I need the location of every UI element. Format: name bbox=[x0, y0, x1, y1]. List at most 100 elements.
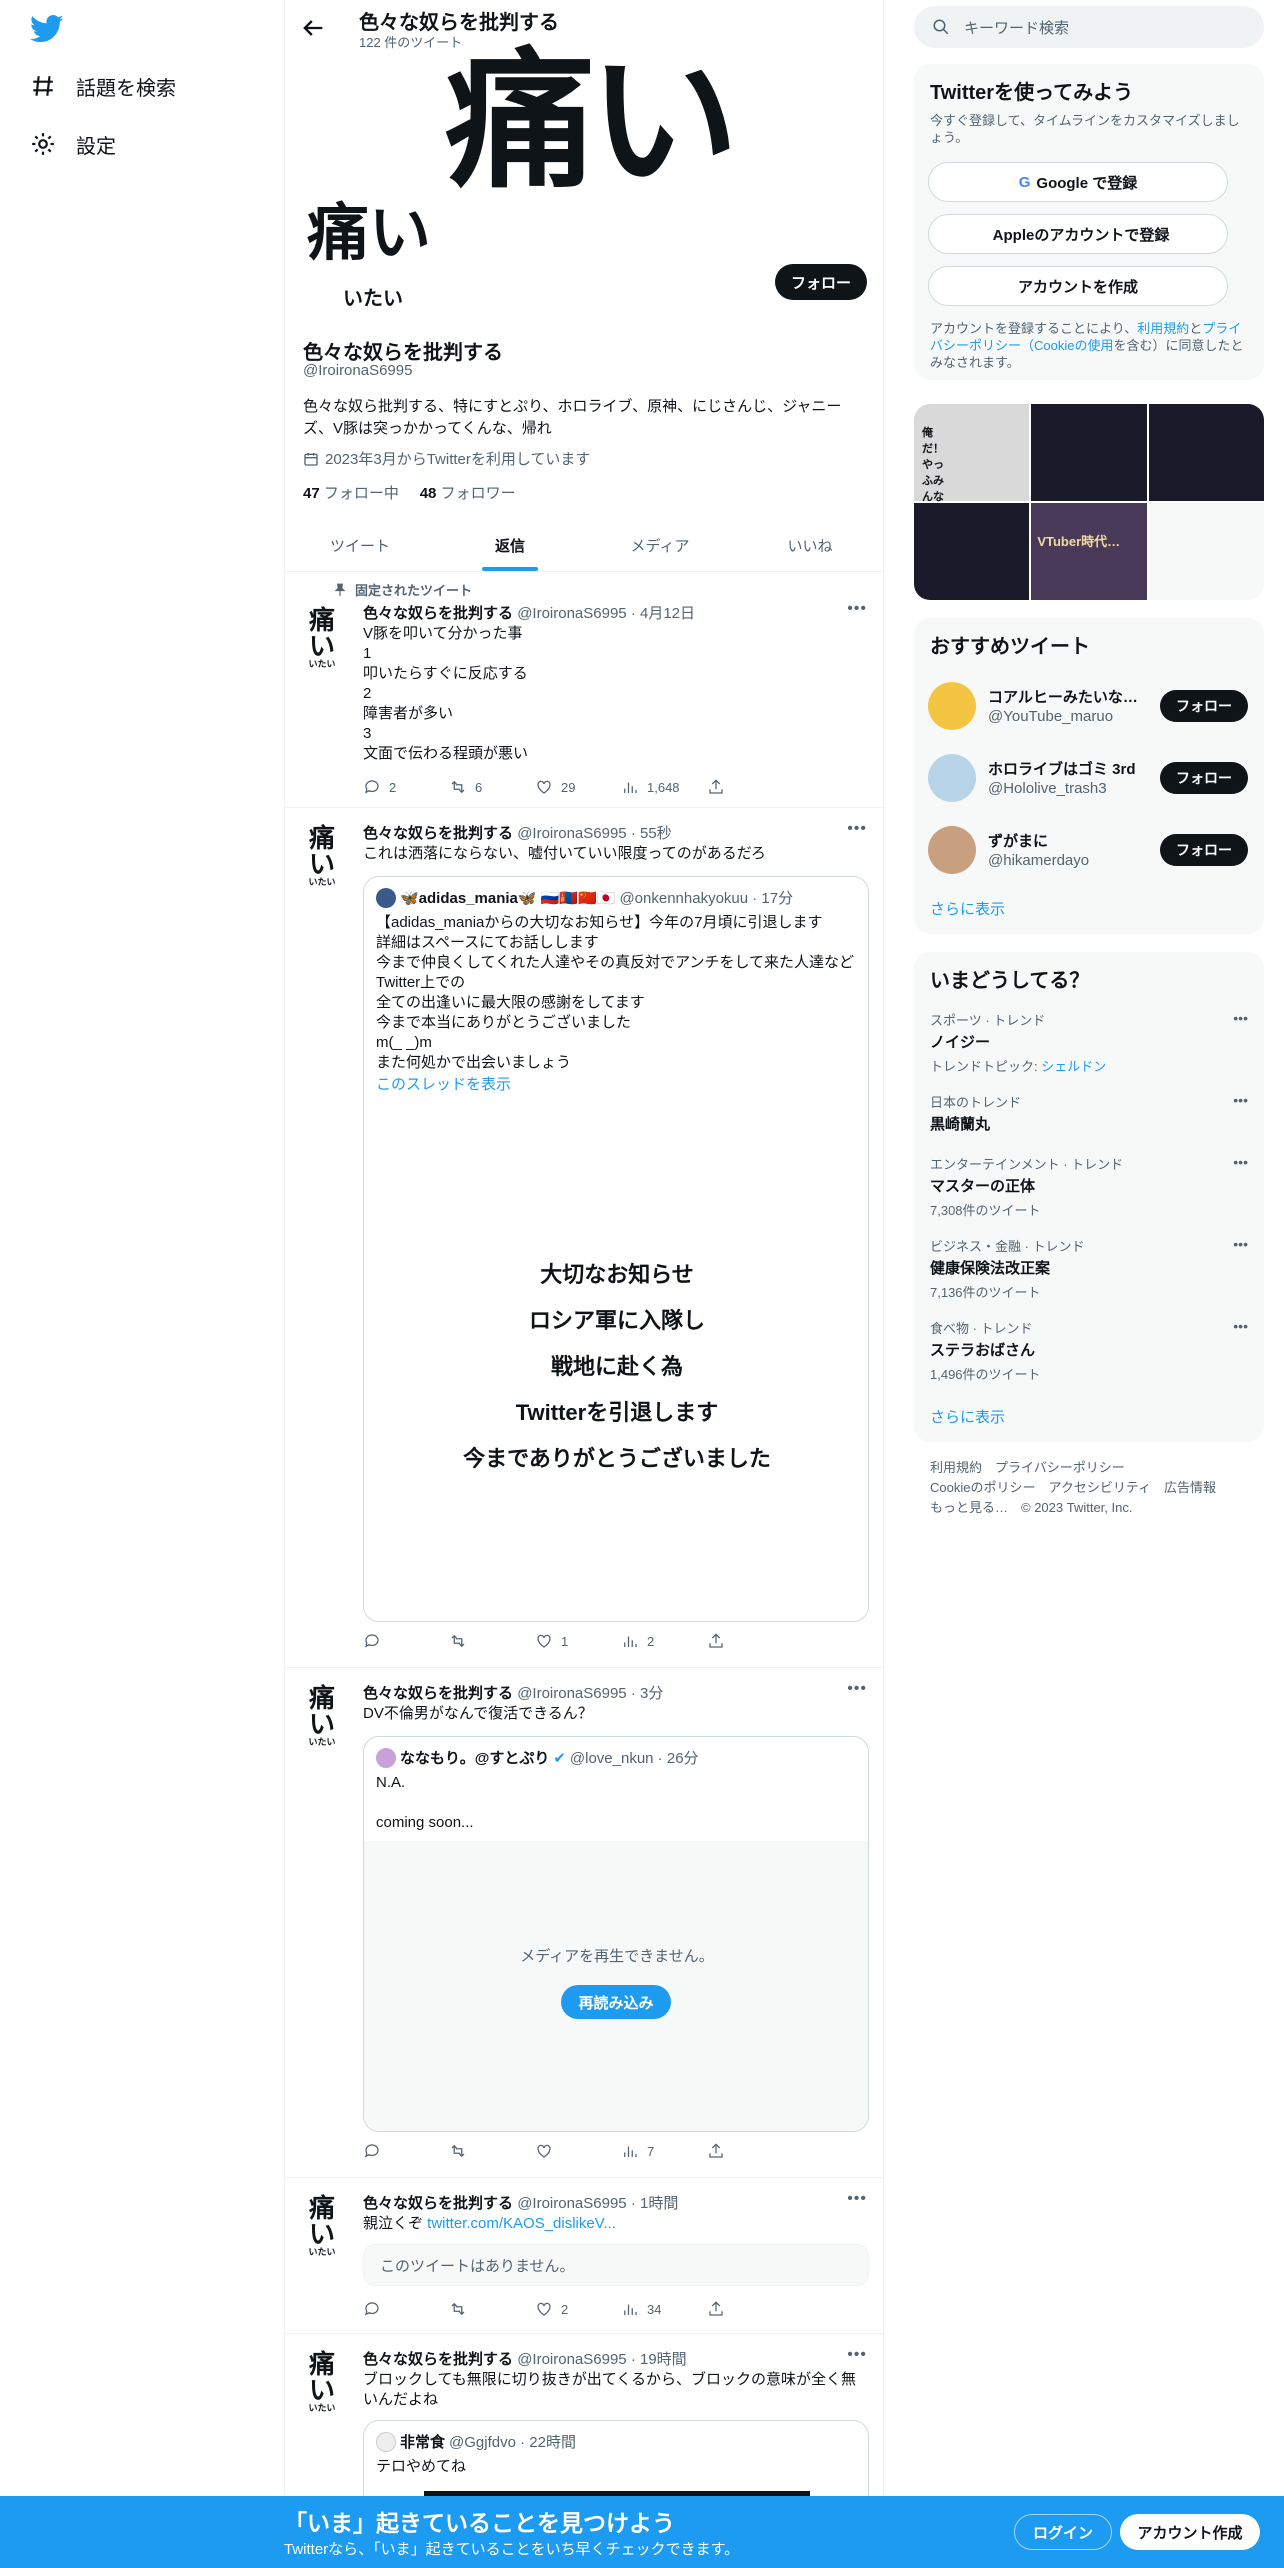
quoted-tweet[interactable]: ななもり。@すとぷり ✔ @love_nkun · 26分 N.A. comin… bbox=[363, 1736, 869, 2132]
tweet[interactable]: 固定されたツイート 痛い いたい 色々な奴らを批判する @IroironaS699… bbox=[285, 572, 885, 808]
more-icon[interactable]: ••• bbox=[847, 600, 867, 618]
reply-button[interactable] bbox=[363, 2300, 449, 2318]
quoted-tweet[interactable]: 🦋adidas_mania🦋 🇷🇺🇲🇳🇨🇳🇯🇵 @onkennhakyokuu … bbox=[363, 876, 869, 1622]
like-button[interactable] bbox=[535, 2142, 621, 2160]
media-thumb[interactable] bbox=[1148, 503, 1264, 600]
retweet-button[interactable]: 6 bbox=[449, 778, 535, 796]
avatar[interactable] bbox=[928, 754, 976, 802]
media-thumb[interactable] bbox=[914, 503, 1030, 600]
nav-settings[interactable]: 設定 bbox=[30, 124, 116, 164]
avatar[interactable]: 痛い いたい bbox=[299, 2352, 345, 2414]
footer-line[interactable]: 利用規約 プライバシーポリシー bbox=[930, 1458, 1250, 1478]
google-signup-button[interactable]: G Google で登録 bbox=[928, 162, 1228, 202]
tweet[interactable]: 痛い いたい 色々な奴らを批判する @IroironaS6995 · 3分 •••… bbox=[285, 1668, 885, 2178]
following-link[interactable]: 47 フォロー中 bbox=[303, 485, 399, 502]
login-button[interactable]: ログイン bbox=[1014, 2514, 1112, 2550]
signup-card: Twitterを使ってみよう 今すぐ登録して、タイムラインをカスタマイズしましょ… bbox=[914, 64, 1264, 380]
rec-name: ホロライブはゴミ 3rd bbox=[988, 761, 1136, 778]
views-button[interactable]: 2 bbox=[621, 1632, 707, 1650]
like-button[interactable]: 2 bbox=[535, 2300, 621, 2318]
like-button[interactable]: 29 bbox=[535, 778, 621, 796]
trend-item[interactable]: ビジネス・金融 · トレンド 健康保険法改正案 7,136件のツイート ••• bbox=[930, 1236, 1248, 1301]
trend-topic-link[interactable]: シェルドン bbox=[1041, 1059, 1106, 1074]
tab-replies[interactable]: 返信 bbox=[435, 520, 585, 571]
trend-item[interactable]: エンターテインメント · トレンド マスターの正体 7,308件のツイート ••• bbox=[930, 1154, 1248, 1219]
tab-media[interactable]: メディア bbox=[585, 520, 735, 571]
media-placeholder: メディアを再生できません。 再読み込み bbox=[364, 1841, 868, 2131]
more-icon[interactable]: ••• bbox=[1233, 1154, 1248, 1170]
back-arrow-icon[interactable] bbox=[299, 14, 327, 42]
media-thumb[interactable] bbox=[1031, 404, 1147, 501]
tweet[interactable]: 痛い いたい 色々な奴らを批判する @IroironaS6995 · 55秒 ••… bbox=[285, 808, 885, 1668]
trend-item[interactable]: 食べ物 · トレンド ステラおばさん 1,496件のツイート ••• bbox=[930, 1318, 1248, 1383]
follow-button[interactable]: フォロー bbox=[1160, 762, 1248, 794]
views-button[interactable]: 7 bbox=[621, 2142, 707, 2160]
quote-avatar bbox=[376, 887, 396, 908]
more-icon[interactable]: ••• bbox=[847, 1680, 867, 1698]
terms-link[interactable]: 利用規約 bbox=[1137, 321, 1189, 336]
like-button[interactable]: 1 bbox=[535, 1632, 621, 1650]
recommended-user[interactable]: ずがまに @hikamerdayo フォロー bbox=[914, 814, 1264, 886]
search-input[interactable]: キーワード検索 bbox=[914, 6, 1264, 48]
followers-link[interactable]: 48 フォロワー bbox=[420, 485, 516, 502]
avatar[interactable]: 痛い いたい bbox=[299, 608, 345, 670]
media-thumb[interactable]: 俺だ！やっふみんな bbox=[914, 404, 1030, 503]
footer-line[interactable]: Cookieのポリシー アクセシビリティ 広告情報 bbox=[930, 1478, 1250, 1498]
retweet-button[interactable] bbox=[449, 2300, 535, 2318]
media-thumb[interactable]: VTuber時代… bbox=[1031, 503, 1147, 600]
trend-item[interactable]: スポーツ · トレンド ノイジー トレンドトピック: シェルドン ••• bbox=[930, 1010, 1248, 1075]
image-line: ロシア軍に入隊し bbox=[528, 1308, 705, 1333]
show-thread-link[interactable]: このスレッドを表示 bbox=[376, 1073, 511, 1094]
tweet[interactable]: 痛い いたい 色々な奴らを批判する @IroironaS6995 · 1時間 ••… bbox=[285, 2178, 885, 2334]
twitter-logo-icon[interactable] bbox=[30, 14, 64, 44]
reply-button[interactable]: 2 bbox=[363, 778, 449, 796]
retweet-button[interactable] bbox=[449, 1632, 535, 1650]
avatar[interactable] bbox=[928, 682, 976, 730]
avatar[interactable]: 痛い いたい bbox=[299, 826, 345, 888]
more-icon[interactable]: ••• bbox=[1233, 1236, 1248, 1252]
follow-button[interactable]: フォロー bbox=[775, 264, 867, 300]
share-button[interactable] bbox=[707, 1632, 793, 1650]
tweet-link[interactable]: twitter.com/KAOS_dislikeV... bbox=[427, 2215, 616, 2232]
quote-image[interactable]: 大切なお知らせ ロシア軍に入隊し 戦地に赴く為 Twitterを引退します 今ま… bbox=[364, 1107, 868, 1621]
views-button[interactable]: 1,648 bbox=[621, 778, 707, 796]
more-icon[interactable]: ••• bbox=[1233, 1092, 1248, 1108]
show-more-link[interactable]: さらに表示 bbox=[930, 1406, 1005, 1427]
media-thumb[interactable] bbox=[1148, 404, 1264, 501]
avatar[interactable]: 痛い いたい bbox=[299, 1686, 345, 1748]
more-icon[interactable]: ••• bbox=[1233, 1010, 1248, 1026]
trend-item[interactable]: 日本のトレンド 黒崎蘭丸 ••• bbox=[930, 1092, 1248, 1134]
create-account-button[interactable]: アカウントを作成 bbox=[928, 266, 1228, 306]
avatar[interactable]: 痛い いたい bbox=[299, 2196, 345, 2258]
retweet-button[interactable] bbox=[449, 2142, 535, 2160]
share-icon bbox=[709, 2301, 723, 2316]
more-icon[interactable]: ••• bbox=[847, 820, 867, 838]
follow-button[interactable]: フォロー bbox=[1160, 690, 1248, 722]
reply-button[interactable] bbox=[363, 2142, 449, 2160]
reload-button[interactable]: 再読み込み bbox=[561, 1985, 671, 2019]
show-more-link[interactable]: さらに表示 bbox=[930, 898, 1005, 919]
share-button[interactable] bbox=[707, 2142, 793, 2160]
profile-banner[interactable]: 痛い 痛い いたい bbox=[285, 46, 885, 310]
recommended-user[interactable]: ホロライブはゴミ 3rd @Hololive_trash3 フォロー bbox=[914, 742, 1264, 814]
tab-tweets[interactable]: ツイート bbox=[285, 520, 435, 571]
retweet-icon bbox=[451, 780, 465, 794]
more-icon[interactable]: ••• bbox=[847, 2346, 867, 2364]
share-icon bbox=[709, 2143, 723, 2158]
tab-likes[interactable]: いいね bbox=[735, 520, 885, 571]
reply-button[interactable] bbox=[363, 1632, 449, 1650]
views-button[interactable]: 34 bbox=[621, 2300, 707, 2318]
apple-signup-button[interactable]: Appleのアカウントで登録 bbox=[928, 214, 1228, 254]
share-button[interactable] bbox=[707, 778, 793, 796]
verified-icon: ✔ bbox=[553, 1749, 566, 1767]
recommended-user[interactable]: コアルヒーみたいな… @YouTube_maruo フォロー bbox=[914, 670, 1264, 742]
follow-button[interactable]: フォロー bbox=[1160, 834, 1248, 866]
avatar[interactable] bbox=[928, 826, 976, 874]
share-button[interactable] bbox=[707, 2300, 793, 2318]
more-icon[interactable]: ••• bbox=[1233, 1318, 1248, 1334]
nav-explore[interactable]: 話題を検索 bbox=[30, 66, 176, 106]
media-grid[interactable]: 俺だ！やっふみんな VTuber時代… bbox=[914, 404, 1264, 600]
footer-line[interactable]: もっと見る… © 2023 Twitter, Inc. bbox=[930, 1498, 1250, 1518]
more-icon[interactable]: ••• bbox=[847, 2190, 867, 2208]
signup-button[interactable]: アカウント作成 bbox=[1120, 2514, 1260, 2550]
